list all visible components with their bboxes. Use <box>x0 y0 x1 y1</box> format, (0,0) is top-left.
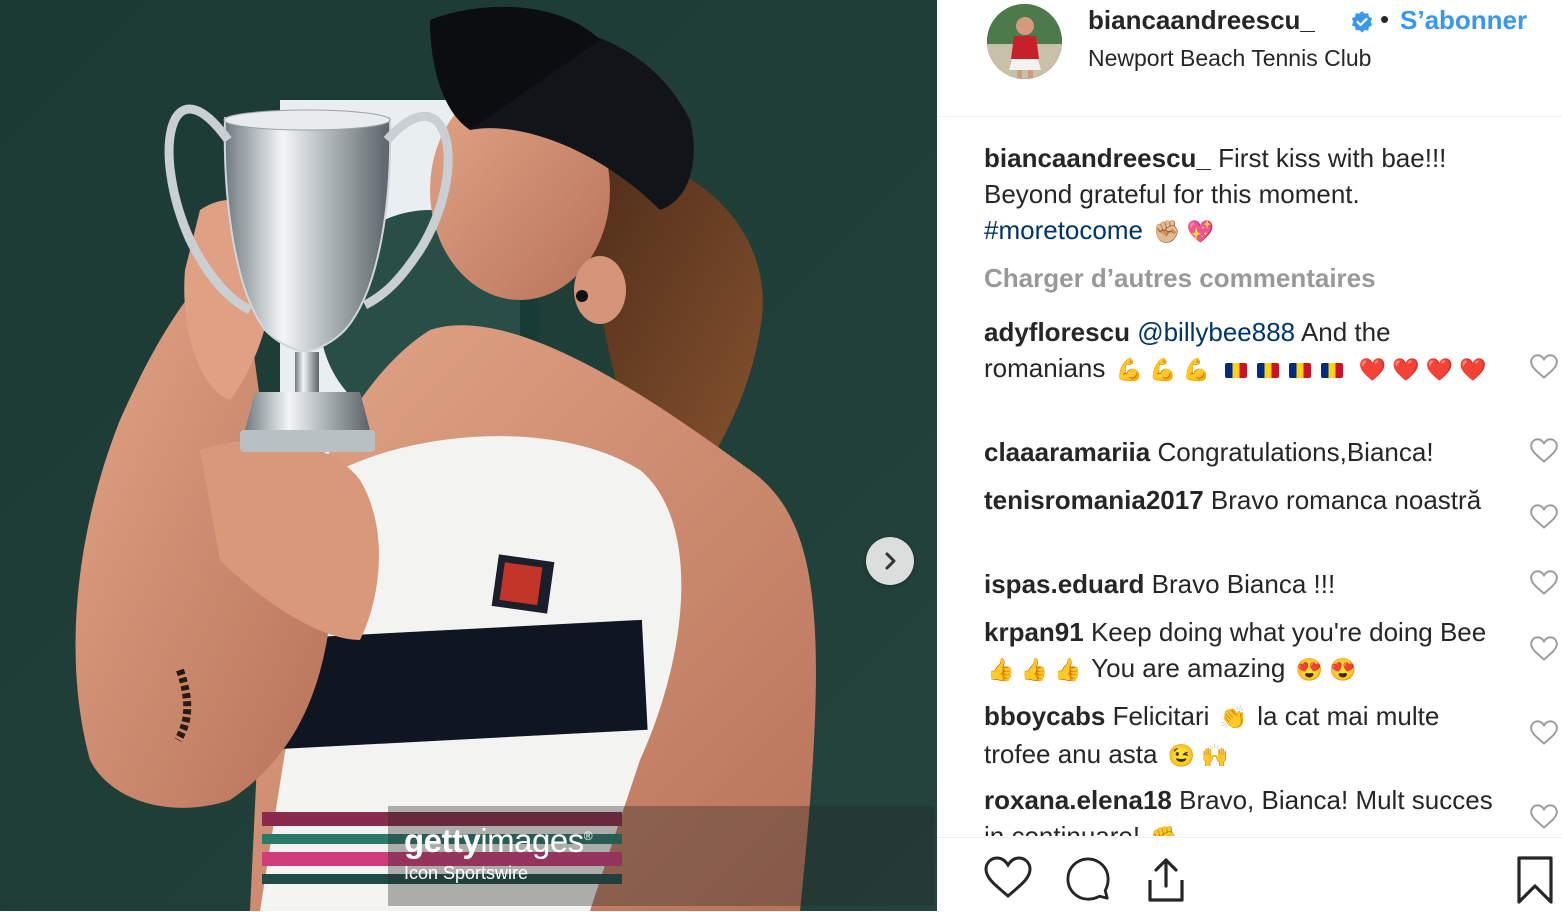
comment-username[interactable]: adyflorescu <box>984 317 1130 347</box>
post-header: biancaandreescu_ • S’abonner Newport Bea… <box>937 0 1562 117</box>
comment: roxana.elena18 Bravo, Bianca! Mult succe… <box>984 782 1494 836</box>
comment: bboycabs Felicitari 👏 la cat mai multe t… <box>984 698 1494 774</box>
caption-username[interactable]: biancaandreescu_ <box>984 143 1211 173</box>
separator-dot: • <box>1380 4 1390 34</box>
emoji: 👍 👍 👍 <box>987 657 1082 682</box>
next-image-button[interactable] <box>866 537 914 585</box>
post-username[interactable]: biancaandreescu_ <box>1088 5 1315 36</box>
flag-icon <box>1225 362 1248 378</box>
location-link[interactable]: Newport Beach Tennis Club <box>1088 45 1371 72</box>
comment: tenisromania2017 Bravo romanca noastră <box>984 482 1494 518</box>
comment-text: Keep doing what you're doing Bee <box>1090 617 1487 647</box>
emoji: 😉 🙌 <box>1167 743 1229 768</box>
comment-text: You are amazing <box>1091 653 1286 683</box>
avatar-image <box>987 4 1062 79</box>
share-icon[interactable] <box>1144 856 1188 904</box>
comment-icon[interactable] <box>1065 856 1111 902</box>
getty-logo: gettyimages® <box>404 822 593 859</box>
emoji: ✊ <box>1150 820 1177 836</box>
comment: adyflorescu @billybee888 And the romania… <box>984 314 1494 388</box>
hashtag-link[interactable]: #moretocome <box>984 215 1143 245</box>
verified-badge-icon <box>1351 11 1373 33</box>
comment: krpan91 Keep doing what you're doing Bee… <box>984 614 1494 688</box>
like-comment-heart-icon[interactable] <box>1530 720 1558 746</box>
bookmark-icon[interactable] <box>1517 856 1553 904</box>
like-comment-heart-icon[interactable] <box>1530 354 1558 380</box>
comment-text: Bravo romanca noastră <box>1210 485 1482 515</box>
post-photo[interactable]: gettyimages® Icon Sportswire <box>0 0 937 911</box>
follow-button[interactable]: S’abonner <box>1400 5 1527 36</box>
flag-icon <box>1257 362 1280 378</box>
post-actions-bar <box>937 837 1562 912</box>
comment-username[interactable]: tenisromania2017 <box>984 485 1204 515</box>
comment: claaaramariia Congratulations,Bianca! <box>984 434 1494 470</box>
heart-icon[interactable] <box>984 856 1032 900</box>
comment-text: Bravo Bianca !!! <box>1151 569 1336 599</box>
comment-username[interactable]: bboycabs <box>984 701 1105 731</box>
post-caption: biancaandreescu_ First kiss with bae!!! … <box>984 140 1504 250</box>
comment: ispas.eduard Bravo Bianca !!! <box>984 566 1494 602</box>
like-comment-heart-icon[interactable] <box>1530 438 1558 464</box>
flag-icon <box>1321 362 1344 378</box>
like-comment-heart-icon[interactable] <box>1530 570 1558 596</box>
flag-icon <box>1289 362 1312 378</box>
emoji: 💖 <box>1186 219 1215 244</box>
emoji: ✊🏼 <box>1153 219 1181 244</box>
watermark: gettyimages® Icon Sportswire <box>388 806 934 906</box>
comment-text: Felicitari <box>1112 701 1210 731</box>
photo-credit: Icon Sportswire <box>404 863 529 883</box>
tennis-player-trophy-photo <box>0 0 937 911</box>
comment-username[interactable]: krpan91 <box>984 617 1084 647</box>
emoji: 👏 <box>1219 705 1248 730</box>
emoji: ❤️ ❤️ ❤️ ❤️ <box>1358 357 1487 382</box>
comment-username[interactable]: claaaramariia <box>984 437 1150 467</box>
mention-link[interactable]: @billybee888 <box>1137 317 1295 347</box>
load-more-comments-button[interactable]: Charger d’autres commentaires <box>984 263 1376 294</box>
comment-clip: roxana.elena18 Bravo, Bianca! Mult succe… <box>937 780 1562 836</box>
chevron-right-icon <box>885 552 896 570</box>
avatar[interactable] <box>987 4 1062 79</box>
post-panel: biancaandreescu_ • S’abonner Newport Bea… <box>937 0 1562 911</box>
comment-username[interactable]: roxana.elena18 <box>984 785 1172 815</box>
comment-username[interactable]: ispas.eduard <box>984 569 1144 599</box>
like-comment-heart-icon[interactable] <box>1530 636 1558 662</box>
emoji: 💪 💪 💪 <box>1115 357 1211 382</box>
comment-text: Congratulations,Bianca! <box>1157 437 1434 467</box>
like-comment-heart-icon[interactable] <box>1530 804 1558 830</box>
like-comment-heart-icon[interactable] <box>1530 504 1558 530</box>
emoji: 😍 😍 <box>1295 657 1357 682</box>
